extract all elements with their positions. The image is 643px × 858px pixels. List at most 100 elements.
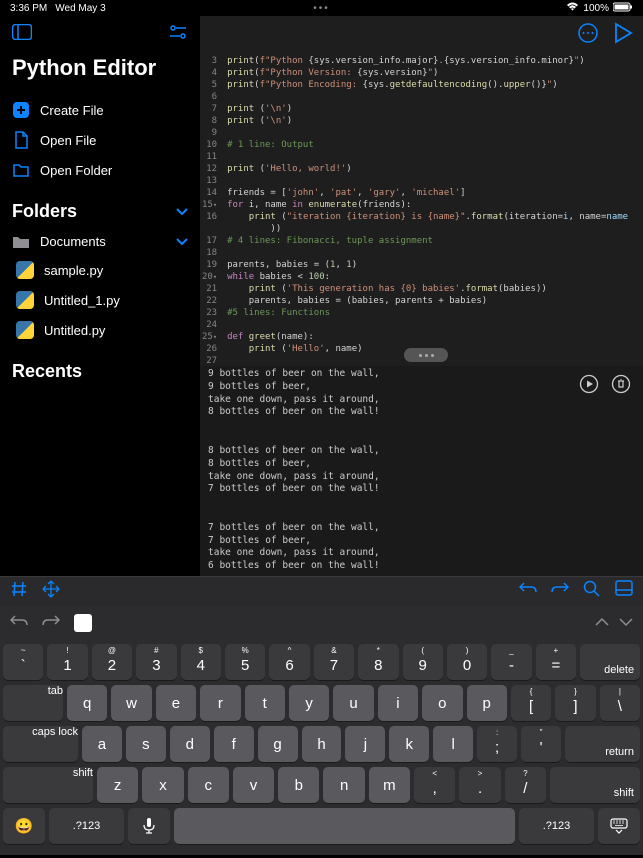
keyboard-suggestion-bar bbox=[0, 606, 643, 640]
hash-icon[interactable] bbox=[10, 580, 28, 603]
search-icon[interactable] bbox=[583, 580, 601, 603]
key-f[interactable]: f bbox=[214, 726, 254, 762]
key-5[interactable]: %5 bbox=[225, 644, 265, 680]
key-=[interactable]: += bbox=[536, 644, 576, 680]
key-m[interactable]: m bbox=[369, 767, 410, 803]
multitask-dots[interactable]: ••• bbox=[313, 3, 330, 14]
key-`[interactable]: ~` bbox=[3, 644, 43, 680]
key-w[interactable]: w bbox=[111, 685, 151, 721]
folders-chevron-icon[interactable] bbox=[176, 203, 188, 221]
file-untitled1[interactable]: Untitled_1.py bbox=[12, 285, 188, 315]
key-tab[interactable]: tab bbox=[3, 685, 63, 721]
chevron-down-icon[interactable] bbox=[619, 614, 633, 632]
redo-icon[interactable] bbox=[551, 580, 569, 603]
key-return[interactable]: return bbox=[565, 726, 640, 762]
key-6[interactable]: ^6 bbox=[269, 644, 309, 680]
key-t[interactable]: t bbox=[245, 685, 285, 721]
sidebar-toggle-icon[interactable] bbox=[12, 24, 32, 45]
key-capslock[interactable]: caps lock bbox=[3, 726, 78, 762]
key-\[interactable]: |\ bbox=[600, 685, 640, 721]
create-file-button[interactable]: Create File bbox=[12, 95, 188, 125]
key--[interactable]: _- bbox=[491, 644, 531, 680]
folder-icon bbox=[12, 161, 30, 179]
plus-square-icon bbox=[12, 101, 30, 119]
code-editor[interactable]: 3456789101112131415▾1617181920▾212223242… bbox=[200, 55, 643, 366]
open-folder-label: Open Folder bbox=[40, 163, 112, 178]
key-8[interactable]: *8 bbox=[358, 644, 398, 680]
file-untitled1-label: Untitled_1.py bbox=[44, 293, 120, 308]
key-,[interactable]: <, bbox=[414, 767, 455, 803]
key-x[interactable]: x bbox=[142, 767, 183, 803]
split-grabber[interactable] bbox=[404, 348, 448, 362]
output-console[interactable]: 9 bottles of beer on the wall,9 bottles … bbox=[200, 366, 643, 576]
redo-grey-icon[interactable] bbox=[42, 614, 60, 633]
open-folder-button[interactable]: Open Folder bbox=[12, 155, 188, 185]
key-space[interactable] bbox=[174, 808, 515, 844]
key-7[interactable]: &7 bbox=[314, 644, 354, 680]
key-d[interactable]: d bbox=[170, 726, 210, 762]
documents-chevron-icon[interactable] bbox=[176, 234, 188, 249]
key-r[interactable]: r bbox=[200, 685, 240, 721]
key-h[interactable]: h bbox=[302, 726, 342, 762]
key-[[interactable]: {[ bbox=[511, 685, 551, 721]
key-y[interactable]: y bbox=[289, 685, 329, 721]
folder-documents-label: Documents bbox=[40, 234, 166, 249]
key-j[interactable]: j bbox=[345, 726, 385, 762]
key-shift-left[interactable]: shift bbox=[3, 767, 93, 803]
chevron-up-icon[interactable] bbox=[595, 614, 609, 632]
key-delete[interactable]: delete bbox=[580, 644, 640, 680]
folder-documents[interactable]: Documents bbox=[12, 228, 188, 255]
key-k[interactable]: k bbox=[389, 726, 429, 762]
key-a[interactable]: a bbox=[82, 726, 122, 762]
file-untitled[interactable]: Untitled.py bbox=[12, 315, 188, 345]
create-file-label: Create File bbox=[40, 103, 104, 118]
file-sample[interactable]: sample.py bbox=[12, 255, 188, 285]
key-s[interactable]: s bbox=[126, 726, 166, 762]
key-l[interactable]: l bbox=[433, 726, 473, 762]
key-u[interactable]: u bbox=[333, 685, 373, 721]
key-9[interactable]: (9 bbox=[403, 644, 443, 680]
status-date: Wed May 3 bbox=[55, 3, 105, 14]
key-'[interactable]: "' bbox=[521, 726, 561, 762]
panel-icon[interactable] bbox=[615, 580, 633, 603]
key-z[interactable]: z bbox=[97, 767, 138, 803]
more-icon[interactable] bbox=[577, 22, 599, 49]
key-sym-left[interactable]: .?123 bbox=[49, 808, 124, 844]
key-][interactable]: }] bbox=[555, 685, 595, 721]
key-.[interactable]: >. bbox=[459, 767, 500, 803]
key-4[interactable]: $4 bbox=[181, 644, 221, 680]
settings-icon[interactable] bbox=[168, 24, 188, 45]
python-icon bbox=[16, 321, 34, 339]
key-emoji[interactable]: 😀 bbox=[3, 808, 45, 844]
move-icon[interactable] bbox=[42, 580, 60, 603]
key-0[interactable]: )0 bbox=[447, 644, 487, 680]
play-circle-icon[interactable] bbox=[579, 374, 599, 399]
key-2[interactable]: @2 bbox=[92, 644, 132, 680]
key-3[interactable]: #3 bbox=[136, 644, 176, 680]
key-/[interactable]: ?/ bbox=[505, 767, 546, 803]
key-v[interactable]: v bbox=[233, 767, 274, 803]
undo-icon[interactable] bbox=[519, 580, 537, 603]
key-hide[interactable] bbox=[598, 808, 640, 844]
key-n[interactable]: n bbox=[323, 767, 364, 803]
key-e[interactable]: e bbox=[156, 685, 196, 721]
key-q[interactable]: q bbox=[67, 685, 107, 721]
key-shift-right[interactable]: shift bbox=[550, 767, 640, 803]
key-p[interactable]: p bbox=[467, 685, 507, 721]
trash-icon[interactable] bbox=[611, 374, 631, 399]
key-1[interactable]: !1 bbox=[47, 644, 87, 680]
key-mic[interactable] bbox=[128, 808, 170, 844]
file-untitled-label: Untitled.py bbox=[44, 323, 105, 338]
key-c[interactable]: c bbox=[188, 767, 229, 803]
key-o[interactable]: o bbox=[422, 685, 462, 721]
key-sym-right[interactable]: .?123 bbox=[519, 808, 594, 844]
undo-grey-icon[interactable] bbox=[10, 614, 28, 633]
key-b[interactable]: b bbox=[278, 767, 319, 803]
key-i[interactable]: i bbox=[378, 685, 418, 721]
key-g[interactable]: g bbox=[258, 726, 298, 762]
run-icon[interactable] bbox=[613, 22, 633, 49]
open-file-button[interactable]: Open File bbox=[12, 125, 188, 155]
key-;[interactable]: :; bbox=[477, 726, 517, 762]
recents-title: Recents bbox=[12, 361, 82, 382]
clipboard-icon[interactable] bbox=[74, 614, 92, 632]
